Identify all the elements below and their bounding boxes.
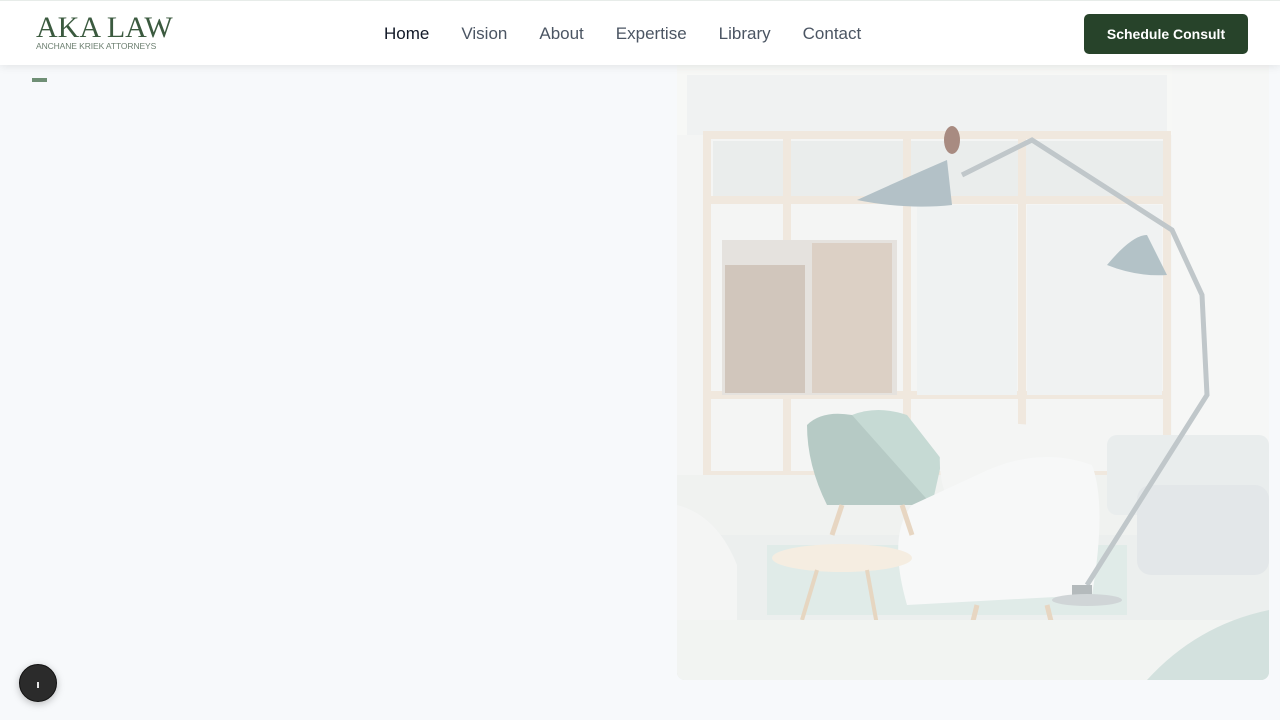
nav-item-expertise[interactable]: Expertise [616, 23, 687, 45]
hero-image [677, 65, 1269, 680]
section-accent-bar [32, 78, 47, 82]
nav-item-vision[interactable]: Vision [461, 23, 507, 45]
accessibility-icon[interactable] [19, 664, 57, 702]
nav-item-library[interactable]: Library [719, 23, 771, 45]
site-header: AKA LAW ANCHANE KRIEK ATTORNEYS Home Vis… [0, 0, 1280, 65]
nav-item-contact[interactable]: Contact [803, 23, 862, 45]
logo-wordmark: AKA LAW [36, 11, 173, 44]
schedule-consult-button[interactable]: Schedule Consult [1084, 14, 1248, 54]
nav-item-about[interactable]: About [539, 23, 583, 45]
main-nav: Home Vision About Expertise Library Cont… [384, 23, 861, 45]
accessibility-icon-glyph [37, 682, 39, 688]
nav-item-home[interactable]: Home [384, 23, 429, 45]
site-logo[interactable]: AKA LAW ANCHANE KRIEK ATTORNEYS [36, 13, 173, 53]
logo-tagline: ANCHANE KRIEK ATTORNEYS [36, 41, 157, 51]
